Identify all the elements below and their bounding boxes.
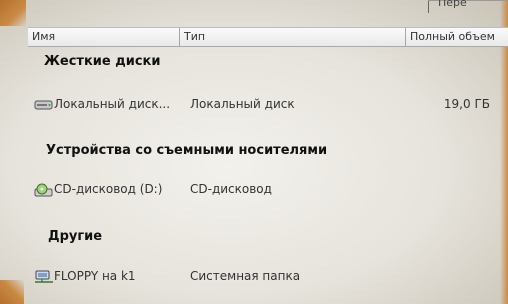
group-hard-disks: Жесткие диски bbox=[44, 54, 161, 69]
hard-drive-icon bbox=[34, 98, 54, 112]
item-size: 19,0 ГБ bbox=[443, 97, 490, 111]
list-item-cd-drive[interactable]: CD-дисковод (D:) CD-дисковод bbox=[34, 181, 504, 199]
item-name: FLOPPY на k1 bbox=[54, 269, 136, 283]
column-total-size[interactable]: Полный объем bbox=[406, 28, 508, 46]
item-type: Локальный диск bbox=[190, 97, 295, 111]
toolbar-fragment-label[interactable]: Пере bbox=[438, 0, 467, 9]
list-item-floppy[interactable]: FLOPPY на k1 Системная папка bbox=[34, 268, 504, 286]
group-removable-devices: Устройства со съемными носителями bbox=[46, 143, 328, 158]
cd-drive-icon bbox=[34, 183, 54, 197]
column-name[interactable]: Имя bbox=[28, 28, 180, 46]
network-folder-icon bbox=[34, 270, 54, 284]
list-item-local-disk[interactable]: Локальный диск... Локальный диск 19,0 ГБ bbox=[34, 96, 504, 114]
toolbar-fragment: Пере bbox=[428, 0, 508, 14]
group-other: Другие bbox=[48, 229, 103, 244]
frame-bottom-left bbox=[0, 280, 24, 304]
column-header: Имя Тип Полный объем bbox=[28, 27, 508, 47]
item-type: Системная папка bbox=[190, 269, 301, 283]
item-type: CD-дисковод bbox=[190, 182, 272, 196]
item-name: Локальный диск... bbox=[54, 97, 171, 111]
toolbar-separator bbox=[428, 1, 429, 13]
frame-top-left bbox=[0, 0, 26, 26]
column-type[interactable]: Тип bbox=[180, 28, 406, 46]
item-name: CD-дисковод (D:) bbox=[54, 182, 163, 196]
